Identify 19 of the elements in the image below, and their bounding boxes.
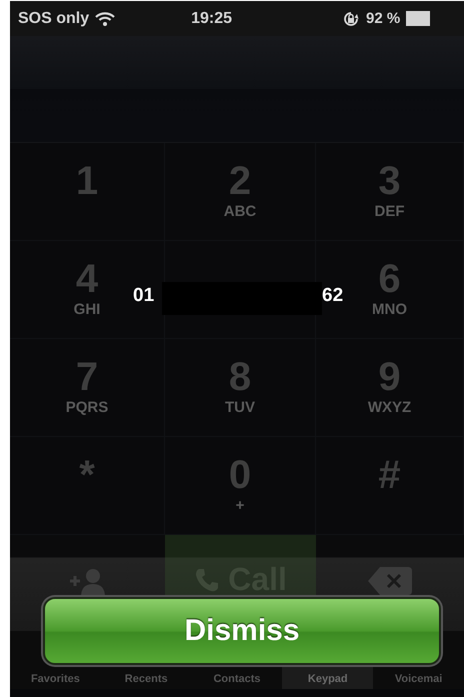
tab-bar-item[interactable]: Voicemai xyxy=(373,665,464,689)
rotation-lock-icon xyxy=(342,10,360,28)
dismiss-button[interactable]: Dismiss xyxy=(43,597,441,665)
battery-icon xyxy=(406,11,430,26)
clock-text: 19:25 xyxy=(191,10,232,28)
battery-percent: 92 % xyxy=(366,10,400,27)
phone-number-text: 62 xyxy=(322,285,344,307)
tab-bar-item[interactable]: Recents xyxy=(100,665,192,689)
tab-bar-item[interactable]: Contacts xyxy=(192,665,282,689)
keypad-key[interactable]: # xyxy=(316,437,464,535)
keypad-key[interactable]: * xyxy=(10,437,165,535)
tab-bar-item[interactable]: Keypad xyxy=(282,665,374,689)
phone-icon xyxy=(194,567,220,593)
add-person-icon xyxy=(68,567,108,597)
carrier-text: SOS only xyxy=(18,10,90,28)
backspace-icon xyxy=(368,567,412,595)
tab-bar-item[interactable]: Favorites xyxy=(10,665,101,689)
phone-number-text: 01 xyxy=(133,285,154,307)
wifi-icon xyxy=(95,11,116,26)
